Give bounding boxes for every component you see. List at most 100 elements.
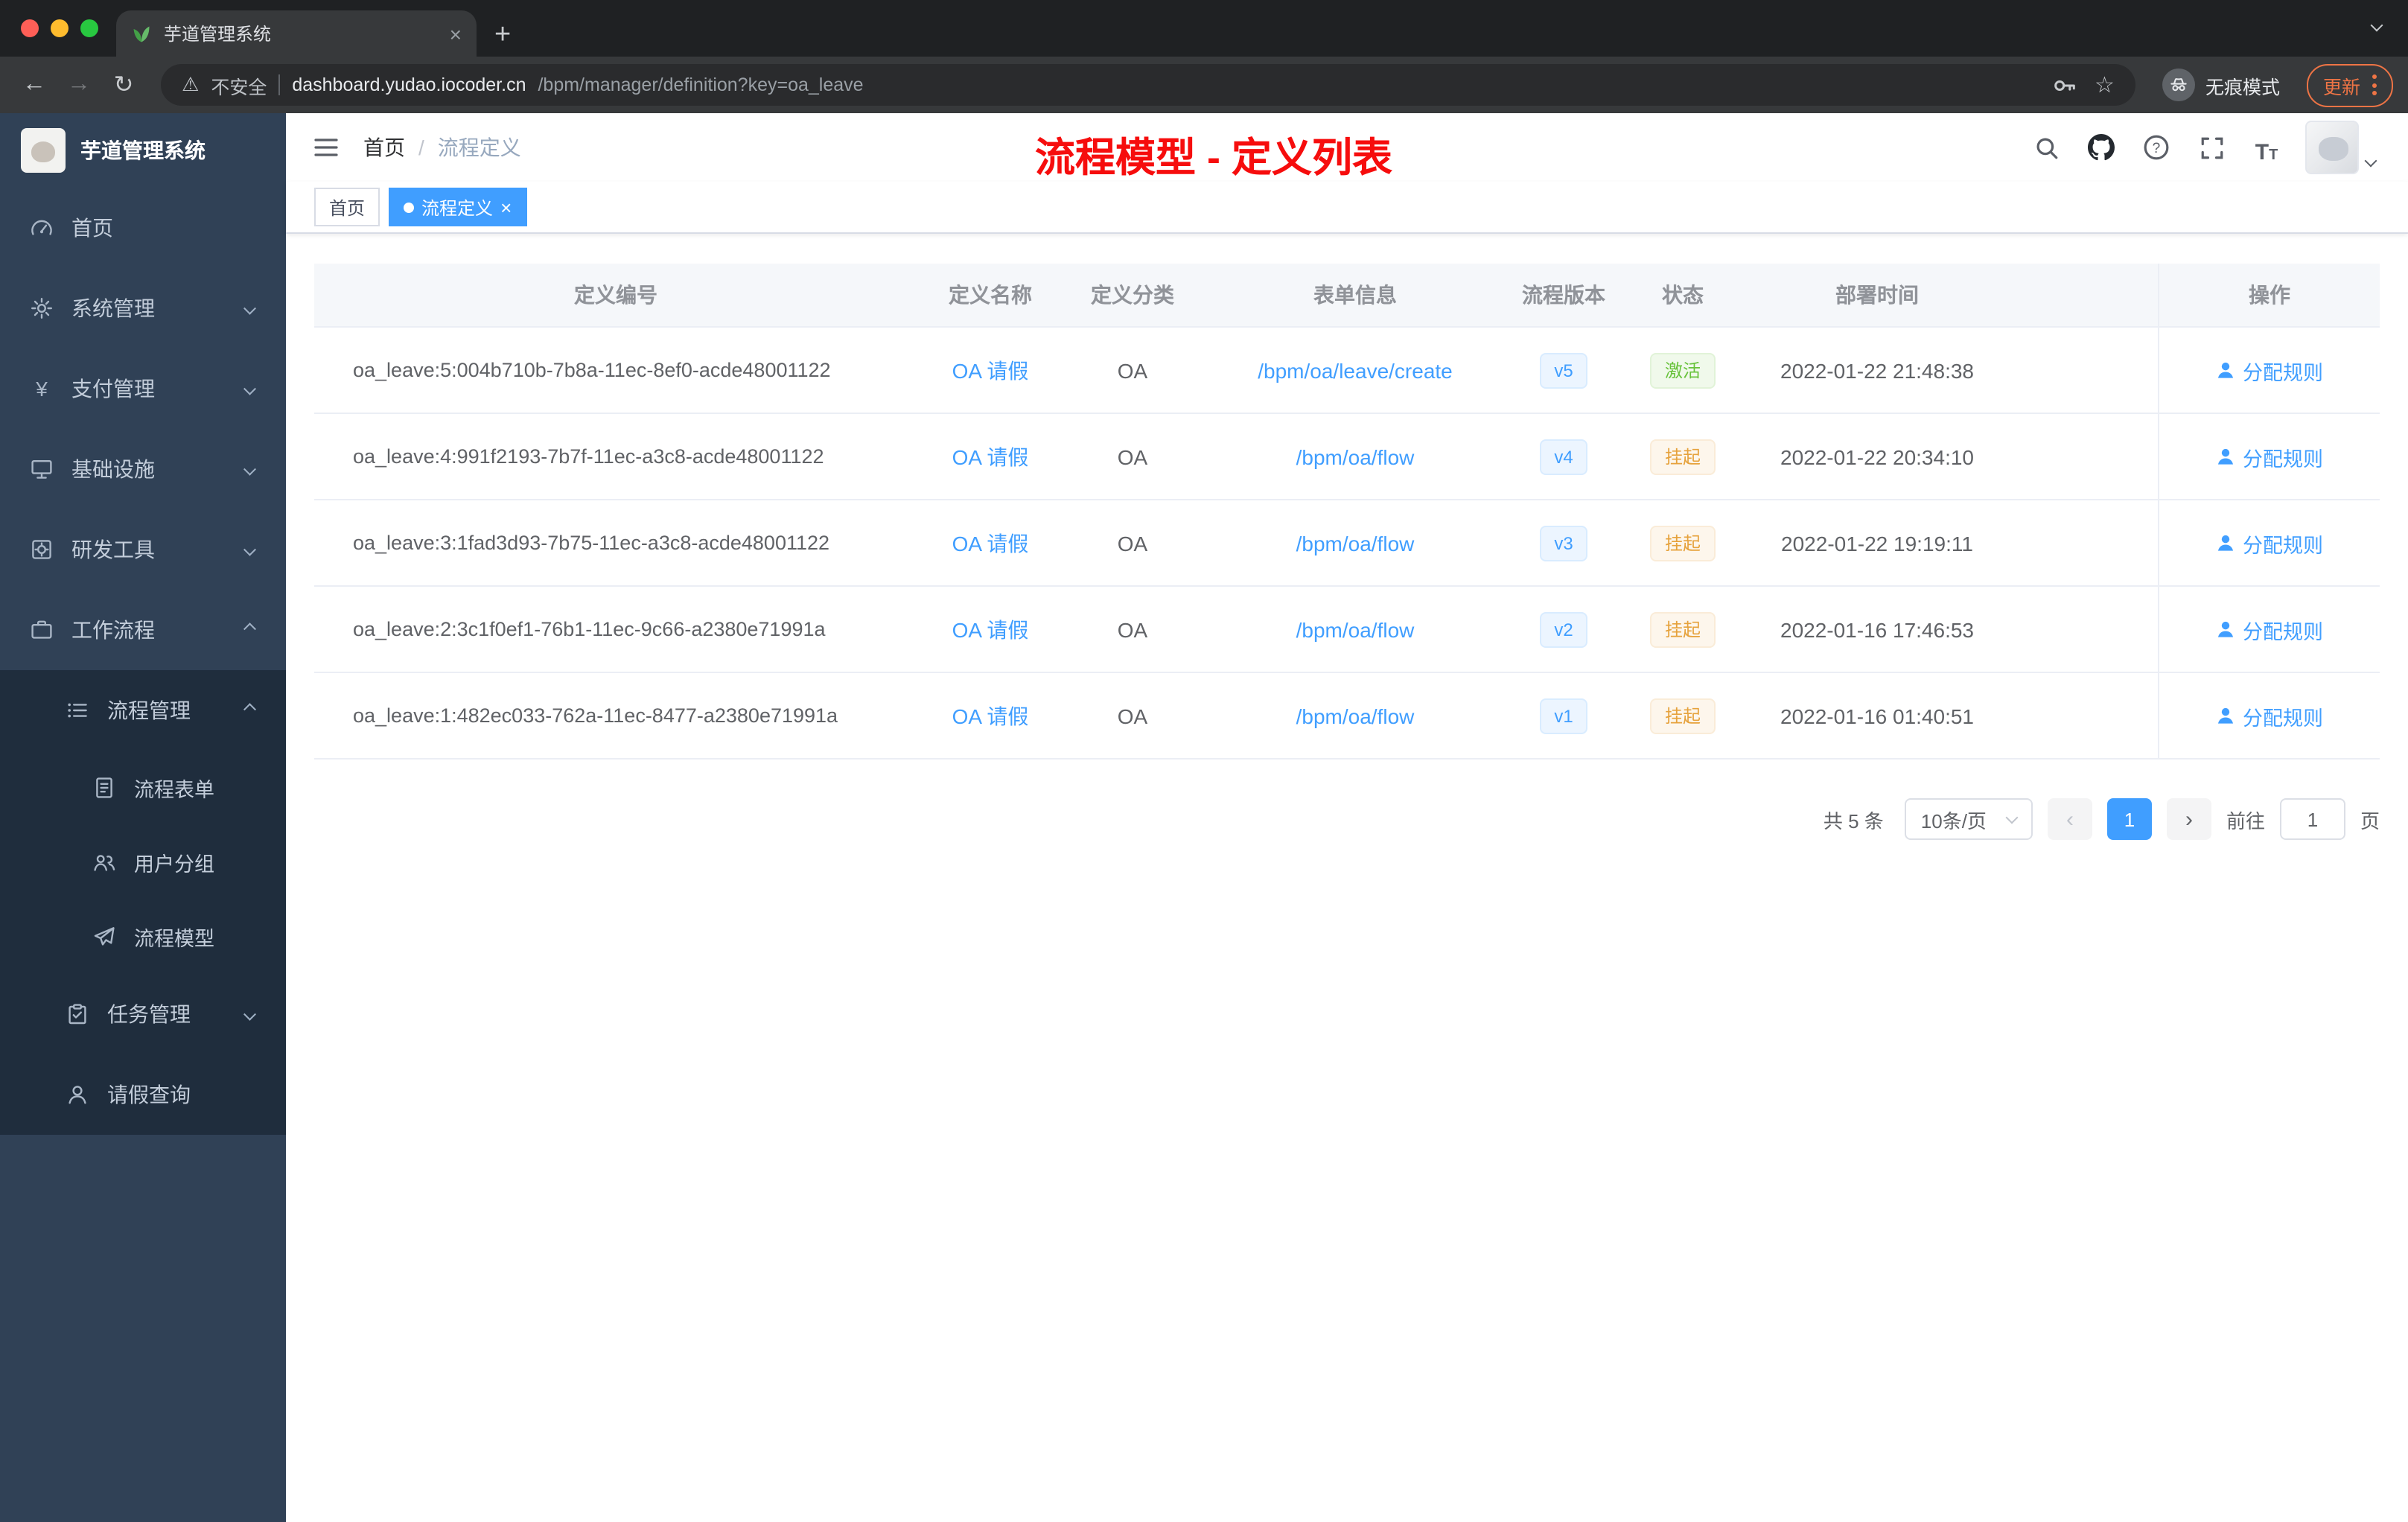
- logo-avatar: [21, 128, 66, 173]
- monitor-icon: [30, 457, 54, 481]
- version-badge: v4: [1539, 439, 1588, 474]
- sidebar-item-user-group[interactable]: 用户分组: [0, 825, 286, 899]
- browser-update-button[interactable]: 更新: [2306, 63, 2393, 106]
- form-link[interactable]: /bpm/oa/flow: [1296, 531, 1415, 555]
- sidebar-item-process-model[interactable]: 流程模型: [0, 899, 286, 974]
- window-close-button[interactable]: [21, 19, 39, 37]
- person-icon: [2217, 362, 2234, 378]
- col-header-action: 操作: [2158, 264, 2380, 326]
- new-tab-button[interactable]: +: [494, 21, 511, 49]
- sidebar-toggle-icon[interactable]: [310, 131, 343, 164]
- yen-icon: ¥: [36, 377, 48, 401]
- definition-name-link[interactable]: OA 请假: [952, 701, 1029, 730]
- person-icon: [2217, 707, 2234, 724]
- col-header-category: 定义分类: [1091, 283, 1174, 307]
- breadcrumb-home[interactable]: 首页: [363, 133, 405, 162]
- assign-rule-link[interactable]: 分配规则: [2216, 442, 2323, 471]
- page-1-button[interactable]: 1: [2106, 798, 2152, 840]
- tag-home[interactable]: 首页: [314, 188, 380, 226]
- sidebar-item-process-management[interactable]: 流程管理: [0, 670, 286, 751]
- form-link[interactable]: /bpm/oa/flow: [1296, 617, 1415, 641]
- sidebar-item-process-form[interactable]: 流程表单: [0, 751, 286, 825]
- prev-page-button[interactable]: ‹: [2047, 798, 2092, 840]
- svg-text:?: ?: [2153, 141, 2161, 156]
- user-menu-caret-icon[interactable]: [2364, 154, 2377, 168]
- form-link[interactable]: /bpm/oa/flow: [1296, 704, 1415, 727]
- browser-menu-icon[interactable]: [2372, 73, 2377, 97]
- definition-name-link[interactable]: OA 请假: [952, 442, 1029, 471]
- definition-name-link[interactable]: OA 请假: [952, 614, 1029, 644]
- fullscreen-icon[interactable]: [2195, 131, 2228, 164]
- table-row: oa_leave:4:991f2193-7b7f-11ec-a3c8-acde4…: [314, 414, 2380, 500]
- goto-label: 前往: [2226, 809, 2265, 832]
- briefcase-icon: [30, 618, 54, 642]
- screen: 芋道管理系统 × + ← → ↻ ⚠ 不安全 dashboard.yudao.i…: [0, 0, 2408, 1522]
- col-header-deploy: 部署时间: [1835, 283, 1919, 307]
- github-icon[interactable]: [2085, 131, 2118, 164]
- tab-search-chevron-icon[interactable]: [2370, 19, 2383, 32]
- help-icon[interactable]: ?: [2140, 131, 2173, 164]
- definition-category: OA: [1117, 358, 1148, 382]
- version-badge: v2: [1539, 611, 1588, 647]
- deploy-time: 2022-01-22 19:19:11: [1781, 531, 1973, 555]
- browser-tab-strip: 芋道管理系统 × +: [0, 0, 2408, 57]
- form-link[interactable]: /bpm/oa/leave/create: [1258, 358, 1453, 382]
- page-size-select[interactable]: 10条/页: [1904, 798, 2033, 840]
- table-row: oa_leave:5:004b710b-7b8a-11ec-8ef0-acde4…: [314, 328, 2380, 414]
- forward-button[interactable]: →: [60, 71, 98, 98]
- col-header-status: 状态: [1662, 283, 1704, 307]
- assign-rule-link[interactable]: 分配规则: [2216, 701, 2323, 730]
- definition-name-link[interactable]: OA 请假: [952, 355, 1029, 385]
- sidebar-item-leave-query[interactable]: 请假查询: [0, 1054, 286, 1135]
- chevron-down-icon: [243, 463, 255, 475]
- chevron-down-icon: [243, 302, 255, 314]
- deploy-time: 2022-01-16 01:40:51: [1780, 704, 1974, 727]
- sidebar-item-home[interactable]: 首页: [0, 188, 286, 268]
- sidebar-item-workflow[interactable]: 工作流程: [0, 590, 286, 670]
- breadcrumb-separator: /: [418, 136, 424, 159]
- sidebar-item-system[interactable]: 系统管理: [0, 268, 286, 348]
- sidebar-item-infrastructure[interactable]: 基础设施: [0, 429, 286, 509]
- tab-close-icon[interactable]: ×: [450, 23, 462, 44]
- definition-name-link[interactable]: OA 请假: [952, 528, 1029, 558]
- next-page-button[interactable]: ›: [2166, 798, 2211, 840]
- sidebar-logo[interactable]: 芋道管理系统: [0, 113, 286, 188]
- clipboard-icon: [66, 1002, 89, 1026]
- paper-plane-icon: [92, 925, 116, 949]
- password-key-icon[interactable]: [2051, 72, 2077, 98]
- sidebar-item-task-management[interactable]: 任务管理: [0, 974, 286, 1054]
- sidebar-item-label: 流程管理: [107, 698, 191, 722]
- address-bar[interactable]: ⚠ 不安全 dashboard.yudao.iocoder.cn /bpm/ma…: [161, 64, 2135, 106]
- app-header: 首页 / 流程定义 流程模型 - 定义列表 ? T T: [286, 113, 2408, 182]
- tag-process-definition[interactable]: 流程定义 ×: [389, 188, 527, 226]
- form-link[interactable]: /bpm/oa/flow: [1296, 445, 1415, 468]
- sidebar-item-label: 基础设施: [71, 457, 155, 481]
- tab-title: 芋道管理系统: [164, 24, 272, 45]
- goto-page-input[interactable]: [2279, 798, 2345, 840]
- sidebar: 芋道管理系统 首页 系统管理 ¥ 支付管理 基础设施 研发工具 工作流程 流程管…: [0, 113, 286, 1522]
- sidebar-item-label: 工作流程: [71, 618, 155, 642]
- back-button[interactable]: ←: [15, 71, 54, 98]
- status-badge: 挂起: [1649, 525, 1716, 561]
- assign-rule-link[interactable]: 分配规则: [2216, 355, 2323, 385]
- deploy-time: 2022-01-22 21:48:38: [1780, 358, 1974, 382]
- assign-rule-link[interactable]: 分配规则: [2216, 614, 2323, 644]
- browser-tab[interactable]: 芋道管理系统 ×: [116, 10, 477, 57]
- page-unit-label: 页: [2360, 809, 2380, 832]
- font-size-icon[interactable]: TT: [2250, 131, 2283, 164]
- sidebar-item-payment[interactable]: ¥ 支付管理: [0, 348, 286, 429]
- window-minimize-button[interactable]: [51, 19, 69, 37]
- reload-button[interactable]: ↻: [104, 70, 143, 100]
- bookmark-star-icon[interactable]: ☆: [2095, 71, 2115, 98]
- avatar[interactable]: [2305, 121, 2359, 174]
- user-menu[interactable]: [2305, 121, 2377, 174]
- search-icon[interactable]: [2030, 131, 2063, 164]
- status-badge: 挂起: [1649, 611, 1716, 647]
- window-zoom-button[interactable]: [80, 19, 98, 37]
- sidebar-item-dev-tools[interactable]: 研发工具: [0, 509, 286, 590]
- document-icon: [92, 776, 116, 800]
- table-row: oa_leave:2:3c1f0ef1-76b1-11ec-9c66-a2380…: [314, 587, 2380, 673]
- assign-rule-link[interactable]: 分配规则: [2216, 528, 2323, 558]
- definition-id: oa_leave:5:004b710b-7b8a-11ec-8ef0-acde4…: [353, 359, 831, 381]
- tag-close-icon[interactable]: ×: [500, 197, 512, 217]
